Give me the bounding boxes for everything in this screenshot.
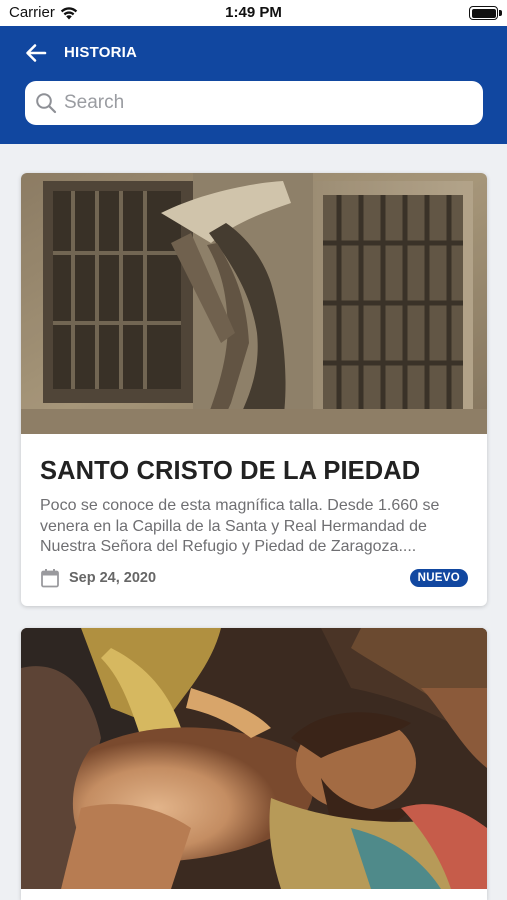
article-title: SANTO CRISTO DE LA PIEDAD: [40, 457, 421, 485]
article-meta: Sep 24, 2020 NUEVO: [40, 567, 468, 589]
article-image: [21, 628, 487, 889]
back-button[interactable]: [22, 39, 50, 67]
status-time: 1:49 PM: [225, 4, 282, 21]
arrow-left-icon: [26, 44, 47, 62]
new-badge: NUEVO: [409, 568, 468, 587]
battery-level: [471, 8, 496, 18]
article-card[interactable]: [21, 628, 487, 900]
article-date: Sep 24, 2020: [69, 569, 157, 586]
article-image: [21, 173, 487, 434]
status-bar: Carrier 1:49 PM: [0, 0, 507, 26]
battery-icon: [469, 6, 502, 20]
article-card[interactable]: SANTO CRISTO DE LA PIEDAD Poco se conoce…: [21, 173, 487, 606]
app-header: HISTORIA: [0, 26, 507, 144]
page-title: HISTORIA: [64, 44, 137, 61]
battery-cap: [499, 10, 502, 16]
search-bar[interactable]: [25, 81, 483, 125]
search-input[interactable]: [64, 92, 464, 114]
calendar-icon: [41, 568, 59, 587]
search-icon: [36, 93, 57, 114]
article-body: SANTO CRISTO DE LA PIEDAD Poco se conoce…: [21, 434, 487, 589]
article-excerpt: Poco se conoce de esta magnífica talla. …: [40, 497, 440, 555]
